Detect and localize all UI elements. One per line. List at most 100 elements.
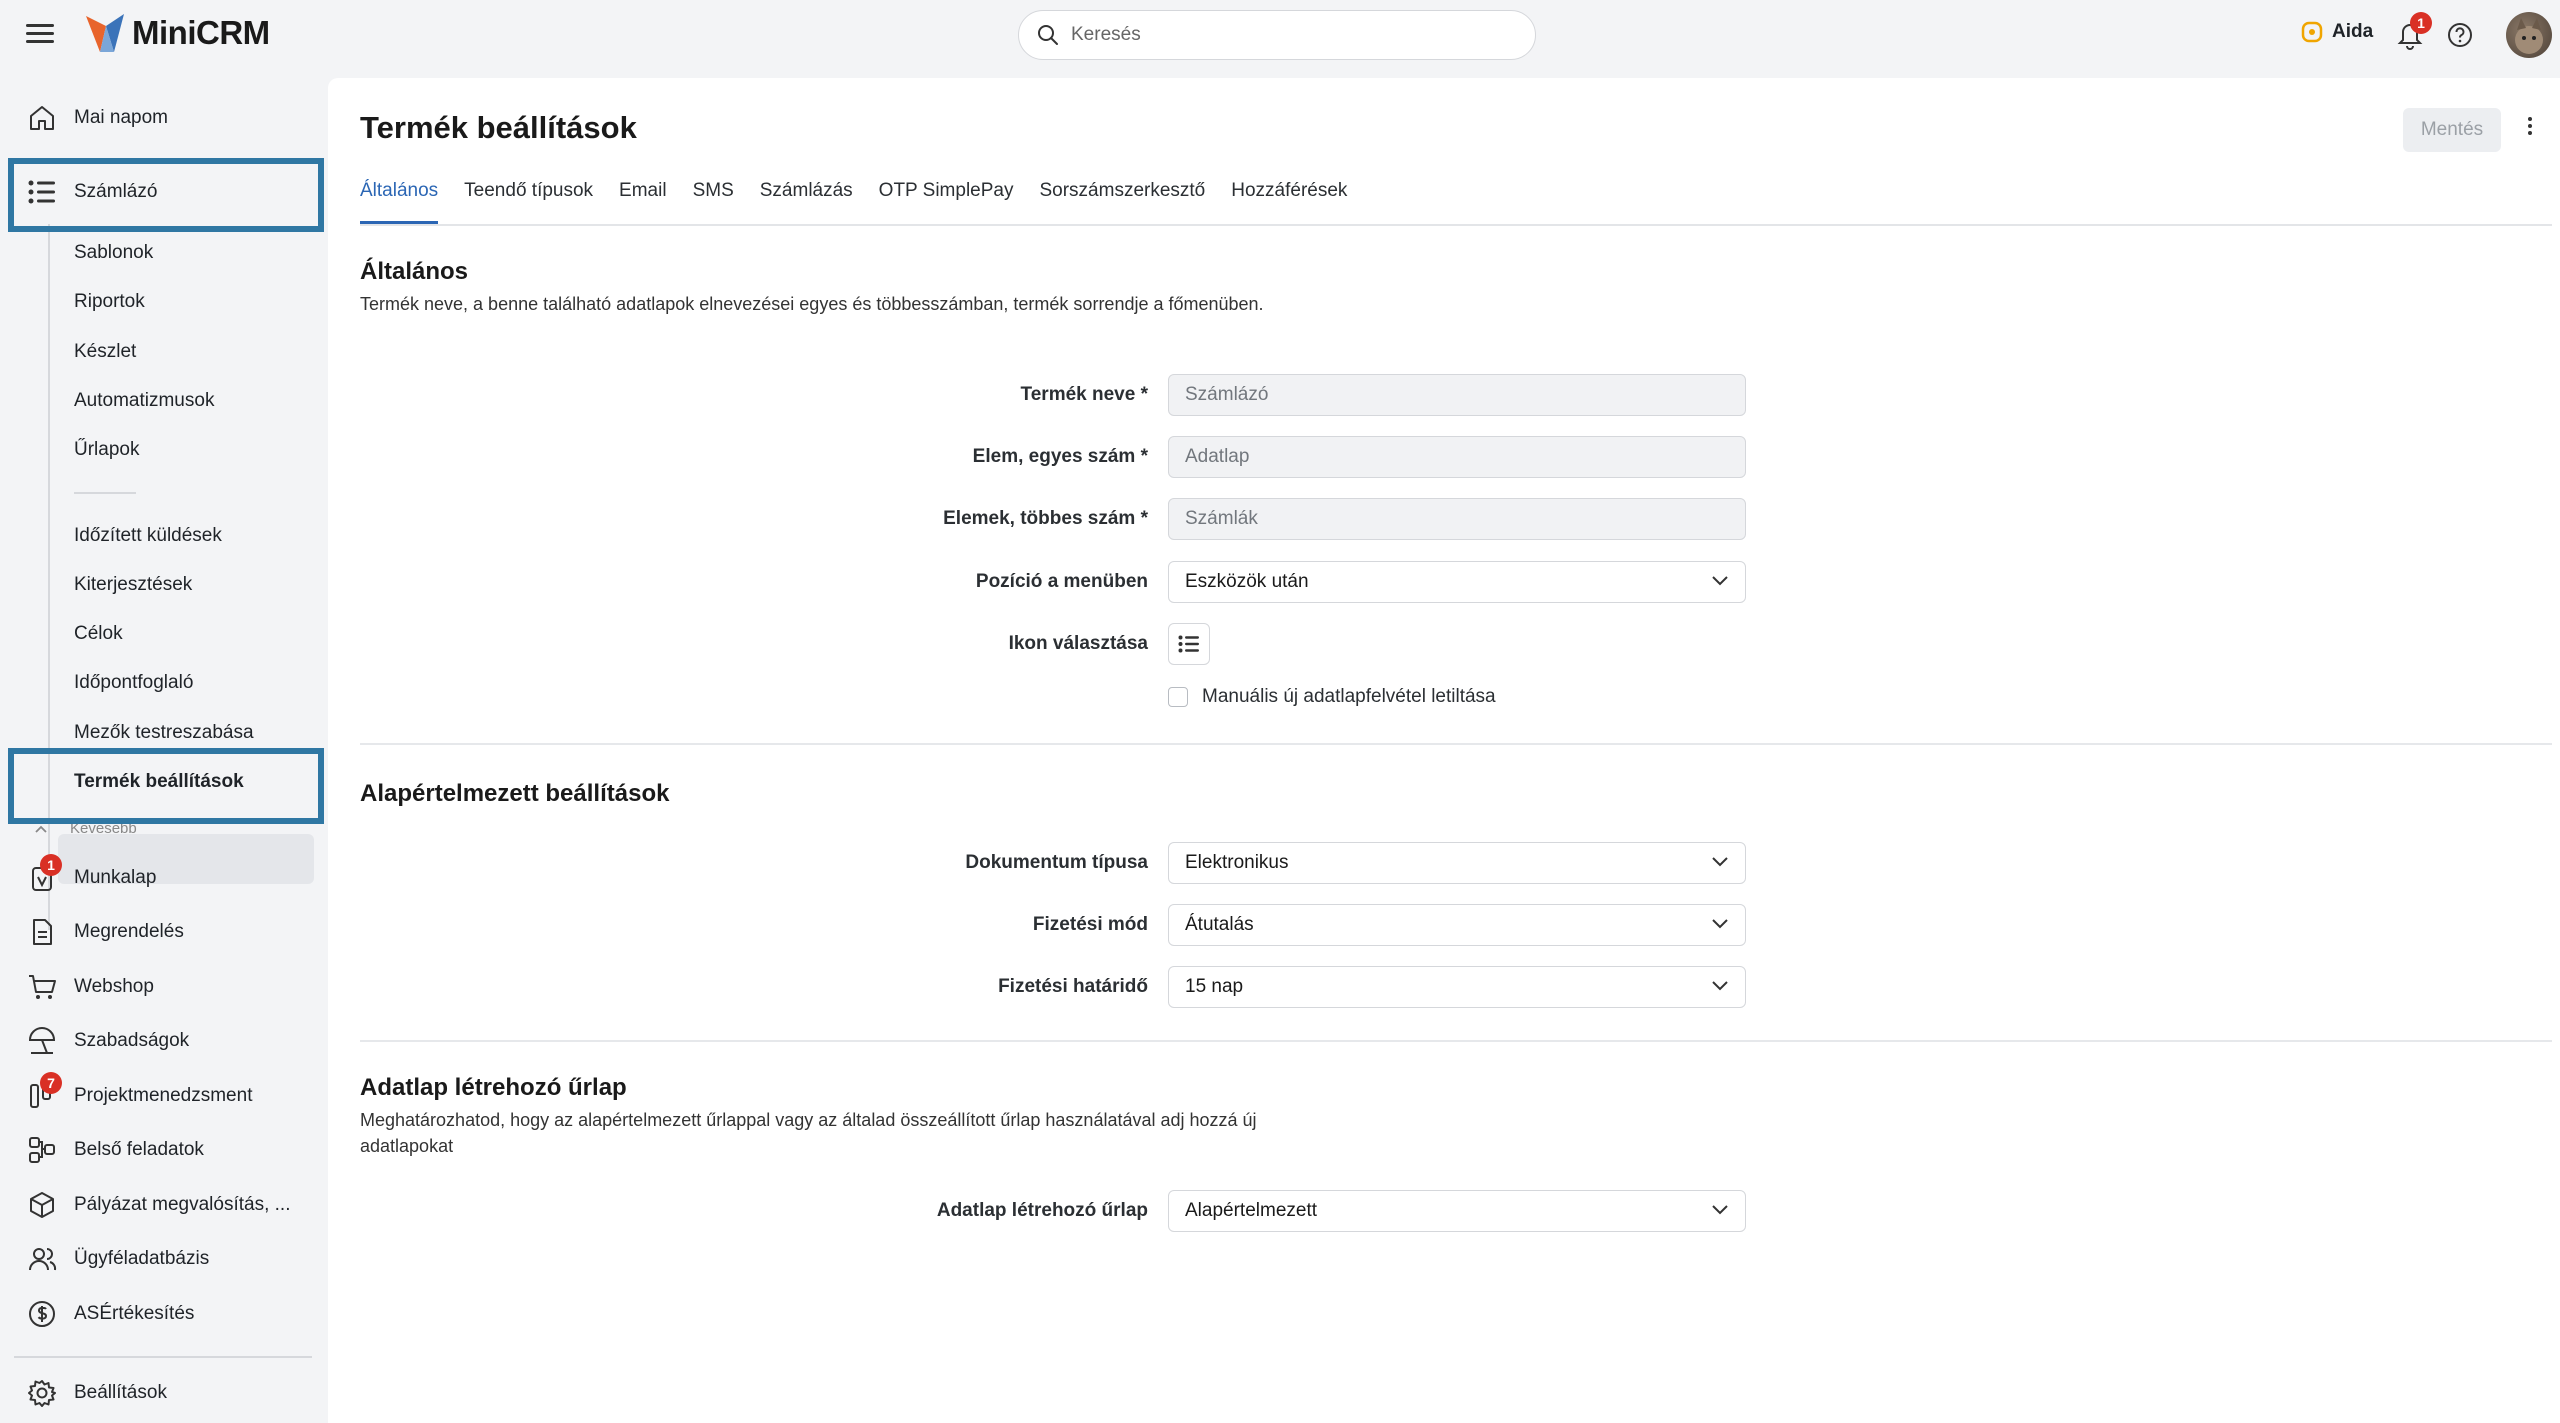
chevron-up-icon — [35, 825, 47, 833]
plural-name-field[interactable]: Számlák — [1168, 498, 1746, 540]
tab-otp-simplepay[interactable]: OTP SimplePay — [879, 180, 1014, 224]
form-value: Alapértelmezett — [1185, 1200, 1318, 1221]
section-title-form: Adatlap létrehozó űrlap — [360, 1074, 627, 1101]
chevron-down-icon — [1712, 1205, 1728, 1215]
manual-disable-option[interactable]: Manuális új adatlapfelvétel letiltása — [1168, 686, 1496, 708]
manual-disable-label: Manuális új adatlapfelvétel letiltása — [1202, 686, 1496, 707]
search-input[interactable] — [1071, 24, 1471, 46]
chevron-down-icon — [1712, 919, 1728, 929]
sidebar-item-beallitasok[interactable]: Beállítások — [26, 1377, 167, 1409]
label-payment-deadline: Fizetési határidő — [998, 976, 1148, 997]
submenu-item-riportok[interactable]: Riportok — [74, 291, 145, 313]
label-form: Adatlap létrehozó űrlap — [936, 1200, 1148, 1221]
section-title-general: Általános — [360, 258, 469, 285]
main-content: Termék beállítások Mentés Általános Teen… — [328, 78, 2560, 1423]
package-icon — [30, 1192, 54, 1218]
form-select[interactable]: Alapértelmezett — [1168, 1190, 1746, 1232]
chevron-down-icon — [1712, 857, 1728, 867]
doc-type-select[interactable]: Elektronikus — [1168, 842, 1746, 884]
sidebar-item-label: Beállítások — [74, 1382, 167, 1403]
help-button[interactable] — [2447, 22, 2473, 48]
submenu-divider — [74, 492, 136, 494]
notifications-button[interactable]: 1 — [2396, 12, 2432, 50]
sidebar-item-szabadsagok[interactable]: Szabadságok — [26, 1025, 189, 1057]
notification-badge: 1 — [2410, 12, 2432, 34]
umbrella-icon — [28, 1027, 56, 1054]
home-icon — [30, 106, 54, 130]
sidebar-item-webshop[interactable]: Webshop — [26, 971, 154, 1003]
sidebar-item-label: Webshop — [74, 976, 154, 997]
app-name: MiniCRM — [132, 14, 270, 51]
sidebar-item-belso-feladatok[interactable]: Belső feladatok — [26, 1134, 204, 1166]
sidebar-item-asertekesites[interactable]: ASÉrtékesítés — [26, 1298, 194, 1330]
sidebar-item-label: Munkalap — [74, 867, 157, 888]
document-icon — [33, 919, 52, 945]
submenu-item-idopontfoglalo[interactable]: Időpontfoglaló — [74, 672, 193, 694]
submenu-item-celok[interactable]: Célok — [74, 623, 123, 645]
submenu-item-keszlet[interactable]: Készlet — [74, 341, 136, 363]
label-product-name: Termék neve * — [1020, 384, 1148, 405]
sidebar-item-label: Mai napom — [74, 107, 168, 128]
page-title: Termék beállítások — [360, 110, 637, 145]
sidebar-item-megrendeles[interactable]: Megrendelés — [26, 916, 184, 948]
menu-position-select[interactable]: Eszközök után — [1168, 561, 1746, 603]
sidebar-item-my-day[interactable]: Mai napom — [26, 102, 168, 134]
submenu-item-urlapok[interactable]: Űrlapok — [74, 439, 139, 461]
label-plural: Elemek, többes szám * — [943, 508, 1148, 529]
aida-label: Aida — [2332, 21, 2374, 42]
highlight-box-termek-beallitasok — [8, 748, 324, 824]
top-bar: MiniCRM Aida 1 — [0, 0, 2560, 72]
cart-icon — [29, 975, 56, 999]
section-title-defaults: Alapértelmezett beállítások — [360, 780, 670, 807]
aida-button[interactable]: Aida — [2300, 20, 2373, 44]
submenu-item-automatizmusok[interactable]: Automatizmusok — [74, 390, 214, 412]
section-desc-general: Termék neve, a benne található adatlapok… — [360, 294, 1264, 314]
sidebar-item-label: Belső feladatok — [74, 1139, 204, 1160]
singular-name-field[interactable]: Adatlap — [1168, 436, 1746, 478]
sidebar-item-label: Ügyféladatbázis — [74, 1248, 210, 1269]
list-icon — [1178, 635, 1199, 653]
search-box[interactable] — [1018, 10, 1536, 60]
sidebar-item-palyazat[interactable]: Pályázat megvalósítás, ... — [26, 1189, 291, 1221]
product-name-field[interactable]: Számlázó — [1168, 374, 1746, 416]
sidebar-item-label: Pályázat megvalósítás, ... — [74, 1194, 291, 1215]
app-logo[interactable]: MiniCRM — [84, 12, 270, 54]
help-icon — [2448, 23, 2472, 47]
submenu-item-kiterjesztesek[interactable]: Kiterjesztések — [74, 574, 192, 596]
tab-email[interactable]: Email — [619, 180, 667, 224]
more-options-icon[interactable] — [2520, 114, 2540, 146]
dollar-icon — [29, 1301, 55, 1327]
user-avatar[interactable] — [2506, 12, 2552, 58]
chevron-down-icon — [1712, 981, 1728, 991]
payment-method-value: Átutalás — [1185, 914, 1254, 935]
tab-sorszamszerkeszto[interactable]: Sorszámszerkesztő — [1039, 180, 1205, 224]
submenu-item-sablonok[interactable]: Sablonok — [74, 242, 153, 264]
save-button[interactable]: Mentés — [2403, 108, 2501, 152]
tasks-icon — [29, 1137, 55, 1163]
manual-disable-checkbox[interactable] — [1168, 687, 1188, 707]
tab-teendo-tipusok[interactable]: Teendő típusok — [464, 180, 593, 224]
payment-deadline-select[interactable]: 15 nap — [1168, 966, 1746, 1008]
sidebar-item-projektmenedzsment[interactable]: 7 Projektmenedzsment — [26, 1072, 252, 1112]
label-icon-select: Ikon választása — [1008, 633, 1148, 654]
section-divider — [360, 743, 2552, 745]
tab-sms[interactable]: SMS — [693, 180, 734, 224]
sidebar-item-ugyfeladatbazis[interactable]: Ügyféladatbázis — [26, 1243, 209, 1275]
tab-hozzaferesek[interactable]: Hozzáférések — [1231, 180, 1347, 224]
menu-icon[interactable] — [26, 24, 54, 44]
submenu-item-idozitett-kuldesek[interactable]: Időzített küldések — [74, 525, 222, 547]
minicrm-logo-icon — [86, 14, 124, 52]
tab-szamlazas[interactable]: Számlázás — [760, 180, 853, 224]
tab-altalanos[interactable]: Általános — [360, 180, 439, 224]
sidebar-item-munkalap[interactable]: 1 Munkalap — [26, 854, 157, 894]
avatar-image — [2515, 18, 2543, 54]
aida-icon — [2301, 21, 2323, 43]
tabs-divider — [360, 224, 2552, 226]
label-menu-position: Pozíció a menüben — [975, 571, 1148, 592]
icon-picker-button[interactable] — [1168, 623, 1210, 665]
submenu-item-mezok-testreszabasa[interactable]: Mezők testreszabása — [74, 722, 254, 744]
label-singular: Elem, egyes szám * — [972, 446, 1148, 467]
projekt-badge: 7 — [40, 1072, 62, 1094]
payment-method-select[interactable]: Átutalás — [1168, 904, 1746, 946]
chevron-down-icon — [1712, 576, 1728, 586]
